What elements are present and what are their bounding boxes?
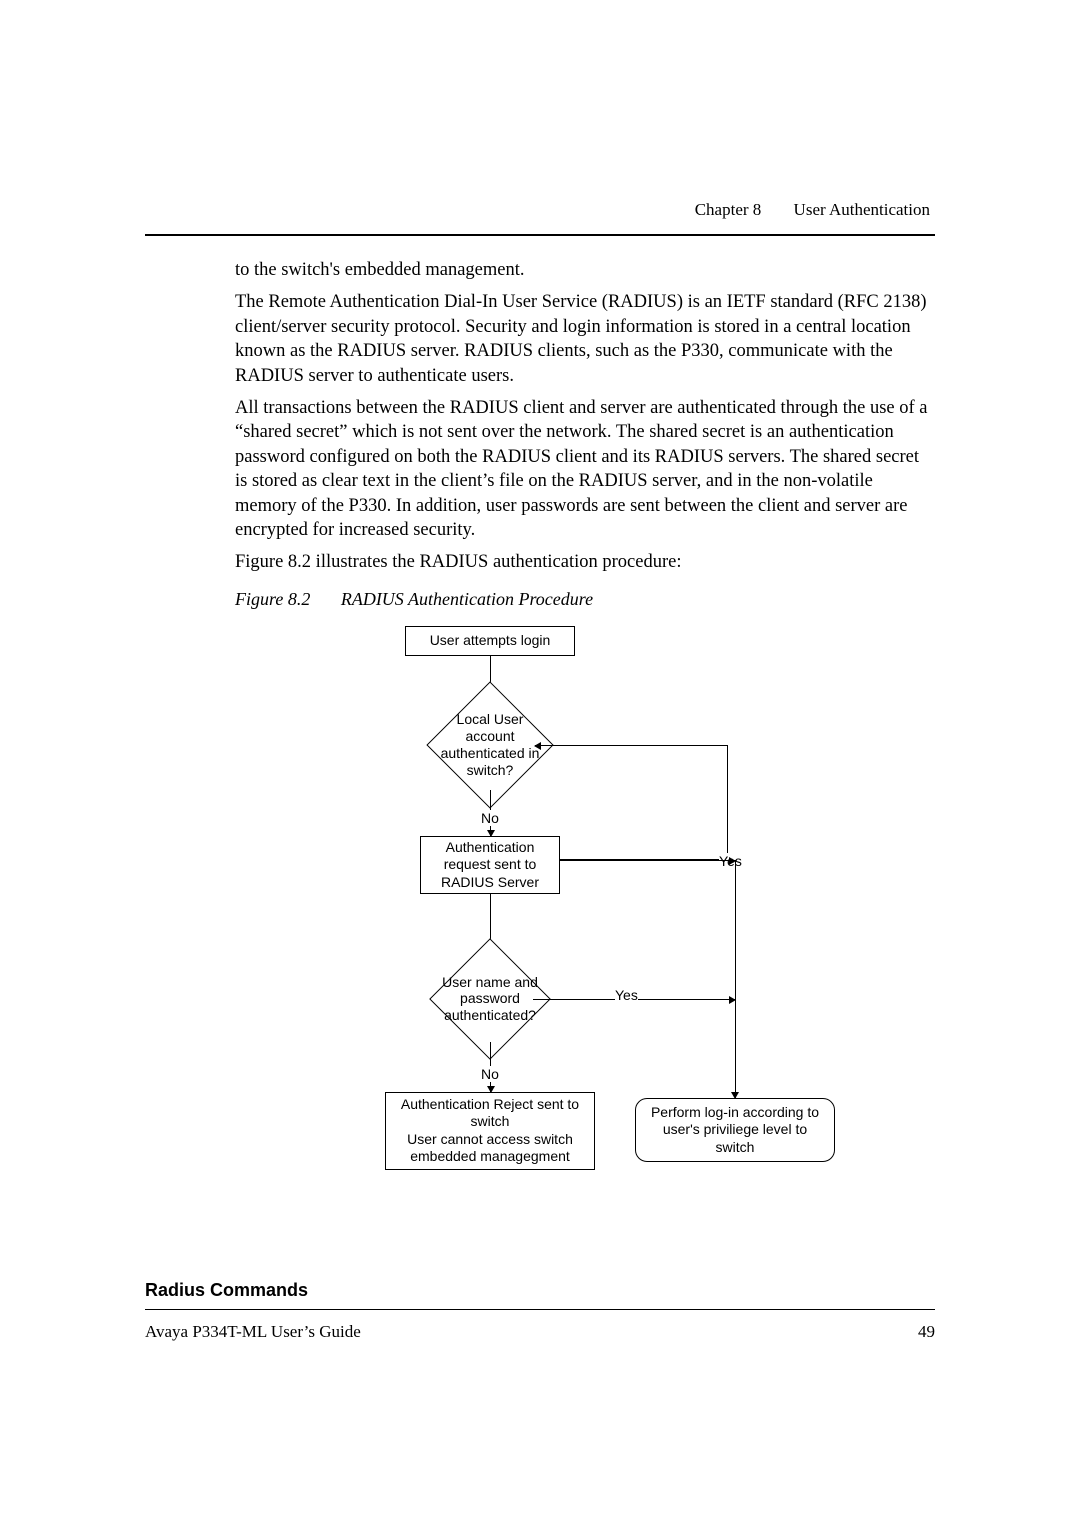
paragraph: Figure 8.2 illustrates the RADIUS authen… bbox=[235, 550, 935, 574]
flow-decision-local-auth: Local User account authenticated in swit… bbox=[445, 700, 535, 790]
flow-no-label: No bbox=[481, 810, 499, 826]
flow-terminal-reject: Authentication Reject sent to switch Use… bbox=[385, 1092, 595, 1170]
chapter-number: Chapter 8 bbox=[695, 200, 762, 219]
page-footer: Avaya P334T-ML User’s Guide 49 bbox=[145, 1309, 935, 1342]
flowchart: User attempts login Local User account a… bbox=[325, 626, 885, 1246]
flow-process-radius-request: Authentication request sent to RADIUS Se… bbox=[420, 836, 560, 894]
figure-title: RADIUS Authentication Procedure bbox=[341, 589, 593, 609]
flow-start-label: User attempts login bbox=[430, 632, 551, 650]
line bbox=[727, 745, 728, 859]
figure-caption: Figure 8.2 RADIUS Authentication Procedu… bbox=[235, 589, 935, 610]
page-number: 49 bbox=[918, 1322, 935, 1342]
section-heading-radius-commands: Radius Commands bbox=[145, 1280, 935, 1301]
chapter-title: User Authentication bbox=[794, 200, 930, 219]
paragraph: to the switch's embedded management. bbox=[235, 258, 935, 282]
flow-decision-label: Local User account authenticated in swit… bbox=[437, 711, 543, 778]
paragraph: The Remote Authentication Dial-In User S… bbox=[235, 290, 935, 388]
flow-accept-label: Perform log-in according to user's privi… bbox=[642, 1104, 828, 1157]
flow-yes-label: Yes bbox=[615, 987, 638, 1003]
body-text: to the switch's embedded management. The… bbox=[235, 258, 935, 575]
arrowhead-icon bbox=[731, 1092, 739, 1099]
header-rule bbox=[145, 234, 935, 236]
flow-start: User attempts login bbox=[405, 626, 575, 656]
line bbox=[535, 745, 727, 746]
footer-rule bbox=[145, 1309, 935, 1310]
flow-reject-label: Authentication Reject sent to switch Use… bbox=[392, 1096, 588, 1166]
flow-process-label: Authentication request sent to RADIUS Se… bbox=[427, 839, 553, 892]
flow-terminal-accept: Perform log-in according to user's privi… bbox=[635, 1098, 835, 1162]
paragraph: All transactions between the RADIUS clie… bbox=[235, 396, 935, 542]
flow-no-label: No bbox=[481, 1066, 499, 1082]
line bbox=[560, 860, 735, 861]
footer-guide-title: Avaya P334T-ML User’s Guide bbox=[145, 1322, 361, 1342]
figure-number: Figure 8.2 bbox=[235, 589, 310, 609]
running-header: Chapter 8 User Authentication bbox=[145, 200, 935, 220]
flow-decision-credentials: User name and password authenticated? bbox=[447, 956, 533, 1042]
flow-decision-label: User name and password authenticated? bbox=[440, 974, 540, 1024]
